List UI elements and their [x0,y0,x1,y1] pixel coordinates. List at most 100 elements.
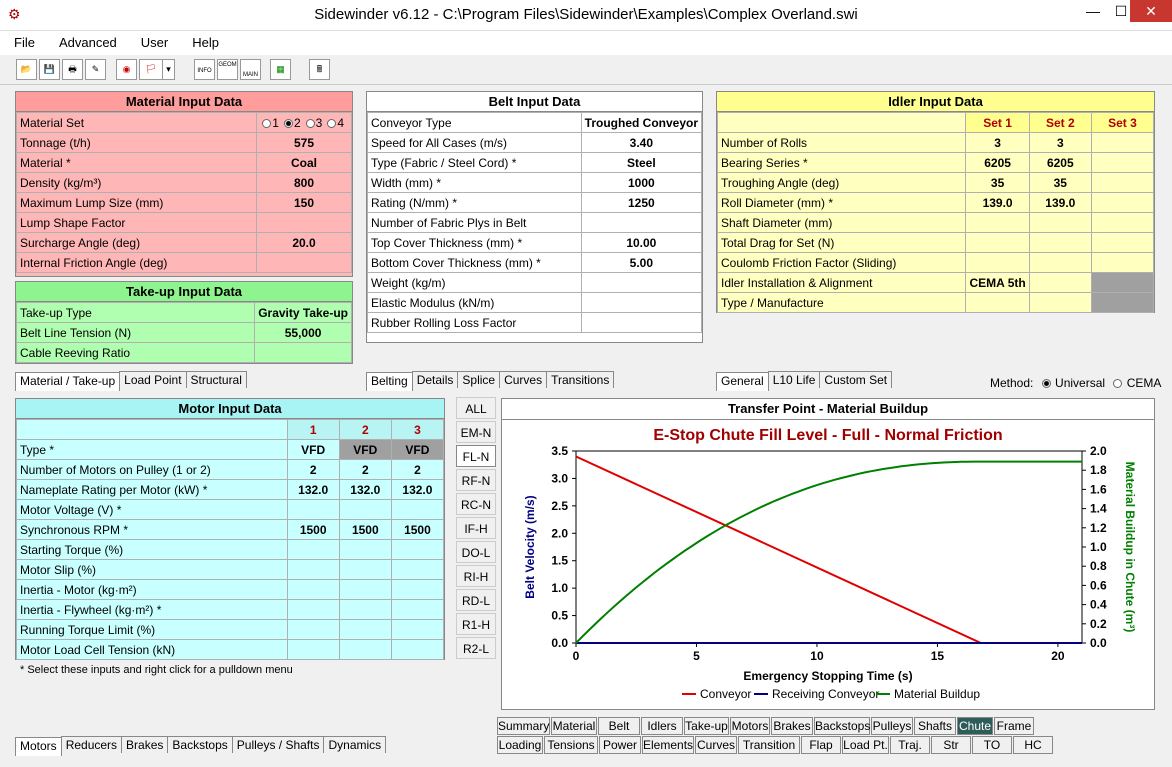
menu-file[interactable]: File [0,31,45,50]
report-tab-curves[interactable]: Curves [695,736,737,754]
idler-cell[interactable]: 139.0 [1028,192,1092,213]
row-value[interactable]: 1250 [580,192,703,213]
row-value[interactable]: Steel [580,152,703,173]
row-value[interactable]: 1000 [580,172,703,193]
report-tab-shafts[interactable]: Shafts [914,717,956,735]
motor-cell[interactable]: 1500 [286,519,340,540]
row-value[interactable]: Troughed Conveyor [580,112,703,133]
row-value[interactable]: 800 [256,172,352,193]
motor-cell[interactable]: 2 [338,459,392,480]
geom-icon[interactable]: GEOM [217,59,238,80]
tab-l10-life[interactable]: L10 Life [767,371,821,388]
minimize-button[interactable]: — [1078,0,1108,22]
universal-radio[interactable] [1041,379,1051,389]
report-tab-flap[interactable]: Flap [801,736,841,754]
motor-cell[interactable] [338,539,392,560]
motor-cell[interactable]: 1500 [338,519,392,540]
material-set-radio[interactable] [262,118,272,128]
motor-cell[interactable] [286,579,340,600]
case-button-em-n[interactable]: EM-N [456,421,496,443]
report-tab-belt[interactable]: Belt [598,717,640,735]
row-value[interactable] [580,272,703,293]
motor-cell[interactable] [338,559,392,580]
idler-cell[interactable] [1090,172,1155,193]
report-tab-motors[interactable]: Motors [730,717,770,735]
motor-cell[interactable]: VFD [286,439,340,460]
motor-cell[interactable]: 2 [390,459,445,480]
idler-cell[interactable] [965,292,1030,313]
row-value[interactable] [256,212,352,233]
idler-cell[interactable] [1028,252,1092,273]
calculator-icon[interactable]: 🖩 [309,59,330,80]
cema-radio[interactable] [1113,379,1123,389]
idler-cell[interactable] [1090,212,1155,233]
report-tab-hc[interactable]: HC [1013,736,1053,754]
row-value[interactable] [580,212,703,233]
report-tab-summary[interactable]: Summary [497,717,550,735]
idler-cell[interactable]: 139.0 [965,192,1030,213]
report-tab-chute[interactable]: Chute [957,717,993,735]
idler-cell[interactable] [1090,292,1155,313]
menu-user[interactable]: User [127,31,178,50]
row-value[interactable]: 575 [256,132,352,153]
tab-curves[interactable]: Curves [499,371,548,388]
motor-cell[interactable] [390,639,445,660]
motor-cell[interactable] [286,499,340,520]
menu-help[interactable]: Help [178,31,229,50]
flag-icon[interactable]: 🏳 [139,59,163,80]
motor-cell[interactable]: 132.0 [390,479,445,500]
motor-cell[interactable] [338,499,392,520]
motor-cell[interactable] [338,579,392,600]
tab-reducers[interactable]: Reducers [60,736,123,753]
report-tab-frame[interactable]: Frame [994,717,1034,735]
motor-cell[interactable] [286,559,340,580]
case-button-rf-n[interactable]: RF-N [456,469,496,491]
idler-cell[interactable] [1028,232,1092,253]
tab-dynamics[interactable]: Dynamics [323,736,387,753]
row-value[interactable]: 1234 [256,112,352,133]
motor-cell[interactable]: 1500 [390,519,445,540]
tab-motors[interactable]: Motors [15,737,62,756]
idler-cell[interactable] [1090,272,1155,293]
idler-cell[interactable]: 3 [965,132,1030,153]
row-value[interactable]: 10.00 [580,232,703,253]
report-tab-brakes[interactable]: Brakes [771,717,813,735]
report-tab-transition[interactable]: Transition [738,736,800,754]
row-value[interactable]: 3.40 [580,132,703,153]
case-button-r2-l[interactable]: R2-L [456,637,496,659]
row-value[interactable]: Coal [256,152,352,173]
row-value[interactable] [580,312,703,333]
dropdown-icon[interactable]: ▾ [163,59,175,80]
idler-cell[interactable] [1090,232,1155,253]
report-tab-traj-[interactable]: Traj. [890,736,930,754]
motor-cell[interactable] [390,499,445,520]
motor-cell[interactable] [286,539,340,560]
case-button-rd-l[interactable]: RD-L [456,589,496,611]
main-icon[interactable]: MAIN [240,59,261,80]
idler-cell[interactable] [1028,292,1092,313]
tab-pulleys-shafts[interactable]: Pulleys / Shafts [231,736,325,753]
motor-cell[interactable]: VFD [390,439,445,460]
motor-cell[interactable] [390,559,445,580]
report-tab-pulleys[interactable]: Pulleys [871,717,913,735]
motor-cell[interactable]: VFD [338,439,392,460]
row-value[interactable]: 55,000 [254,322,352,343]
idler-cell[interactable] [965,232,1030,253]
material-set-radio[interactable] [327,118,337,128]
report-tab-elements[interactable]: Elements [642,736,694,754]
motor-cell[interactable]: 132.0 [286,479,340,500]
case-button-ri-h[interactable]: RI-H [456,565,496,587]
tab-structural[interactable]: Structural [185,371,247,388]
info-icon[interactable]: INFO [194,59,215,80]
tab-material-take-up[interactable]: Material / Take-up [15,372,121,391]
report-tab-str[interactable]: Str [931,736,971,754]
row-value[interactable] [254,342,352,363]
close-button[interactable]: ✕ [1130,0,1172,22]
menu-advanced[interactable]: Advanced [45,31,127,50]
case-button-do-l[interactable]: DO-L [456,541,496,563]
report-tab-idlers[interactable]: Idlers [641,717,683,735]
case-button-all[interactable]: ALL [456,397,496,419]
report-tab-load-pt-[interactable]: Load Pt. [842,736,889,754]
motor-cell[interactable] [286,619,340,640]
idler-cell[interactable] [1090,192,1155,213]
